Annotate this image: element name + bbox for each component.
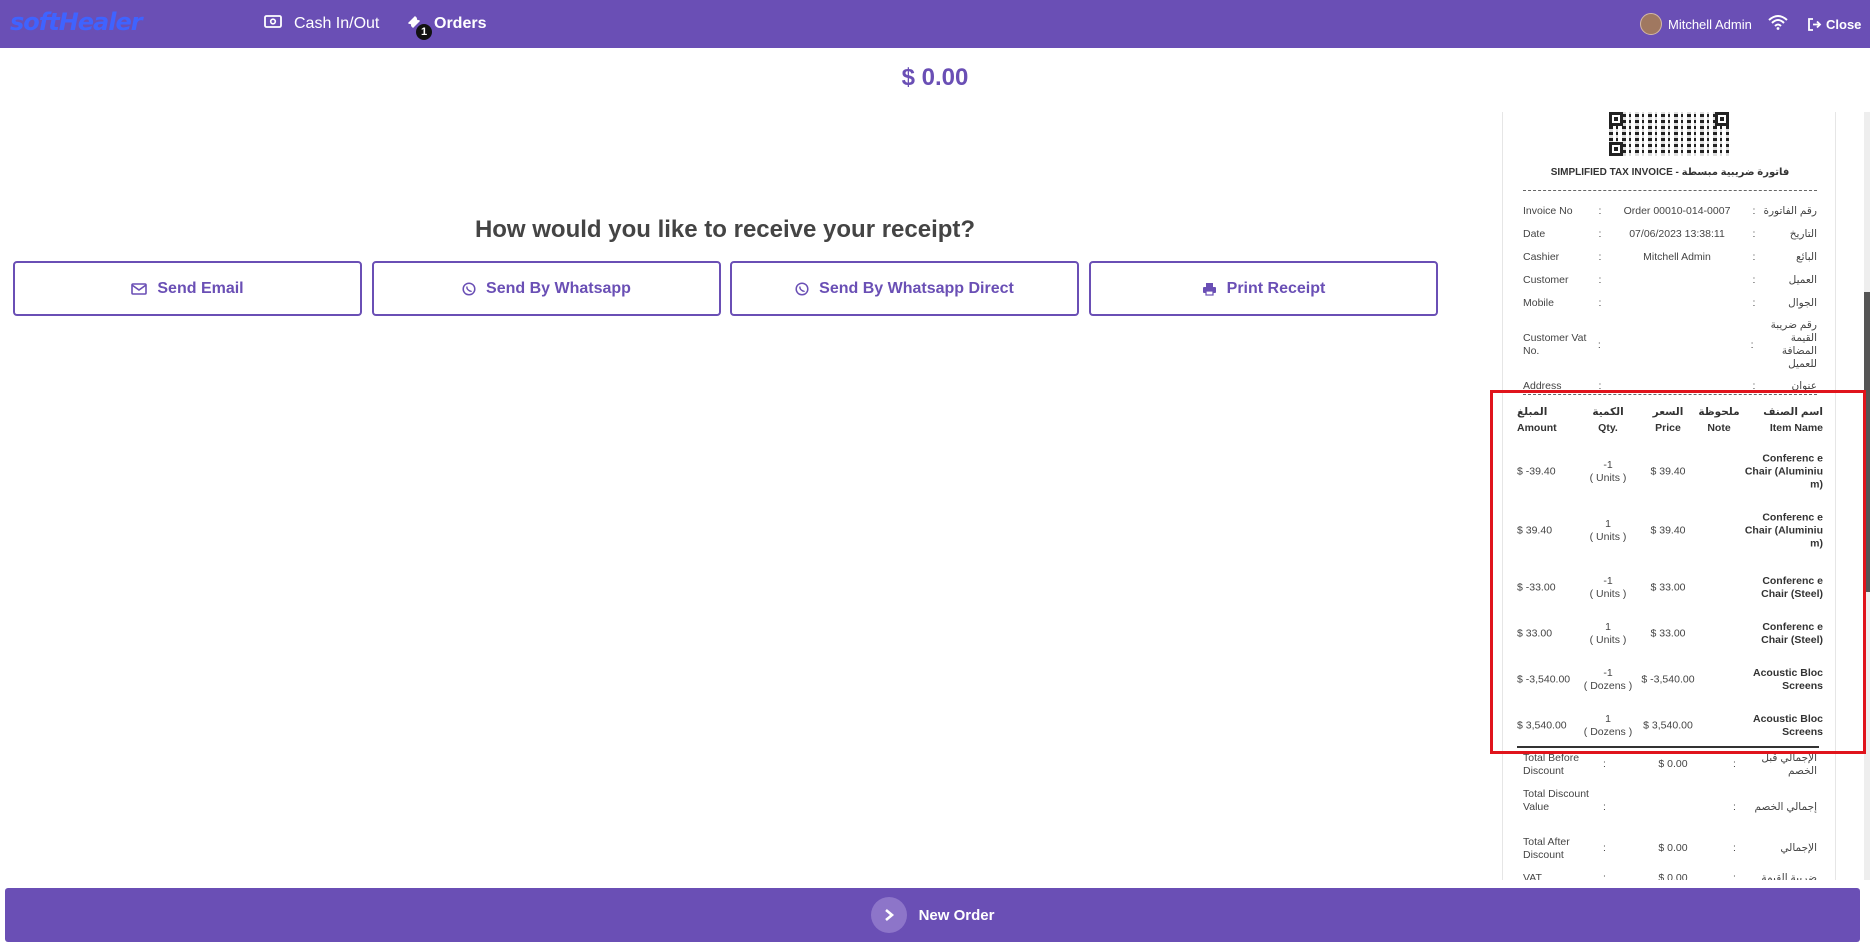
receipt-total-row: Total Before Discount: $ 0.00: الإجمالي … [1523,752,1817,777]
receipt-info-row: Mobile: : الجوال [1523,297,1817,309]
paid-amount: $ 0.00 [901,64,969,91]
receipt-total-row: Total Discount Value: : إجمالي الخصم [1523,788,1817,813]
cash-in-out-button[interactable]: Cash In/Out [264,0,379,48]
company-logo: softHealer [10,8,143,36]
receipt-item-row: $ 33.00 1( Units ) $ 33.00 Conferenc e C… [1517,621,1823,646]
user-name: Mitchell Admin [1668,16,1752,32]
scrollbar-thumb[interactable] [1864,292,1870,592]
orders-button[interactable]: 1 Orders [406,0,486,48]
whatsapp-icon [462,281,476,296]
receipt-item-row: $ -39.40 -1( Units ) $ 39.40 Conferenc e… [1517,452,1823,491]
receipt-item-row: $ -3,540.00 -1( Dozens ) $ -3,540.00 Aco… [1517,667,1823,692]
receipt-info-row: Customer Vat No.: : رقم ضريبة القيمة الم… [1523,319,1817,370]
receipt-item-row: $ -33.00 -1( Units ) $ 33.00 Conferenc e… [1517,575,1823,600]
receipt-item-row: $ 39.40 1( Units ) $ 39.40 Conferenc e C… [1517,511,1823,550]
whatsapp-icon [795,281,809,296]
send-email-label: Send Email [157,279,244,297]
receipt-info-row: Customer: : العميل [1523,274,1817,286]
receipt-question: How would you like to receive your recei… [474,216,976,243]
close-label: Close [1826,16,1862,32]
receipt-item-row: $ 3,540.00 1( Dozens ) $ 3,540.00 Acoust… [1517,713,1823,738]
print-receipt-button[interactable]: Print Receipt [1089,261,1438,316]
receipt-info-row: Cashier: Mitchell Admin: البائع [1523,251,1817,263]
send-whatsapp-direct-button[interactable]: Send By Whatsapp Direct [730,261,1079,316]
receipt-title: SIMPLIFIED TAX INVOICE - فاتورة ضريبية م… [1550,167,1790,178]
user-menu[interactable]: Mitchell Admin [1640,0,1752,48]
send-whatsapp-button[interactable]: Send By Whatsapp [372,261,721,316]
print-receipt-label: Print Receipt [1226,279,1326,297]
chevron-right-icon [870,897,907,933]
close-button[interactable]: Close [1808,0,1861,48]
avatar [1640,13,1662,35]
receipt-total-row: Total After Discount: $ 0.00: الإجمالي [1523,836,1817,861]
new-order-label: New Order [918,906,995,924]
divider [1517,746,1819,748]
send-email-button[interactable]: Send Email [13,261,362,316]
receipt-preview[interactable]: SIMPLIFIED TAX INVOICE - فاتورة ضريبية م… [1502,112,1836,880]
sign-out-icon [1808,17,1822,31]
receipt-info-row: Address: : عنوان [1523,380,1817,392]
orders-label: Orders [434,15,487,32]
receipt-scrollbar[interactable] [1864,112,1870,880]
receipt-info-row: Invoice No: Order 00010-014-0007: رقم ال… [1523,205,1817,217]
money-icon [264,15,282,33]
receipt-info-row: Date: 07/06/2023 13:38:11: التاريخ [1523,228,1817,240]
envelope-icon [131,282,148,295]
orders-count-badge: 1 [416,23,432,40]
print-icon [1202,282,1216,296]
send-whatsapp-direct-label: Send By Whatsapp Direct [819,279,1014,297]
divider [1523,190,1817,191]
qr-code [1609,112,1729,156]
divider [1523,394,1817,395]
wifi-icon [1768,14,1788,35]
send-whatsapp-label: Send By Whatsapp [486,279,631,297]
new-order-button[interactable]: New Order [5,888,1860,942]
ticket-icon: 1 [406,14,432,40]
cash-in-out-label: Cash In/Out [294,15,380,32]
top-navbar: softHealer Cash In/Out 1 Orders Mitchell… [0,0,1870,48]
receipt-total-row: VAT: $ 0.00: ضريبة القيمة [1523,872,1817,880]
